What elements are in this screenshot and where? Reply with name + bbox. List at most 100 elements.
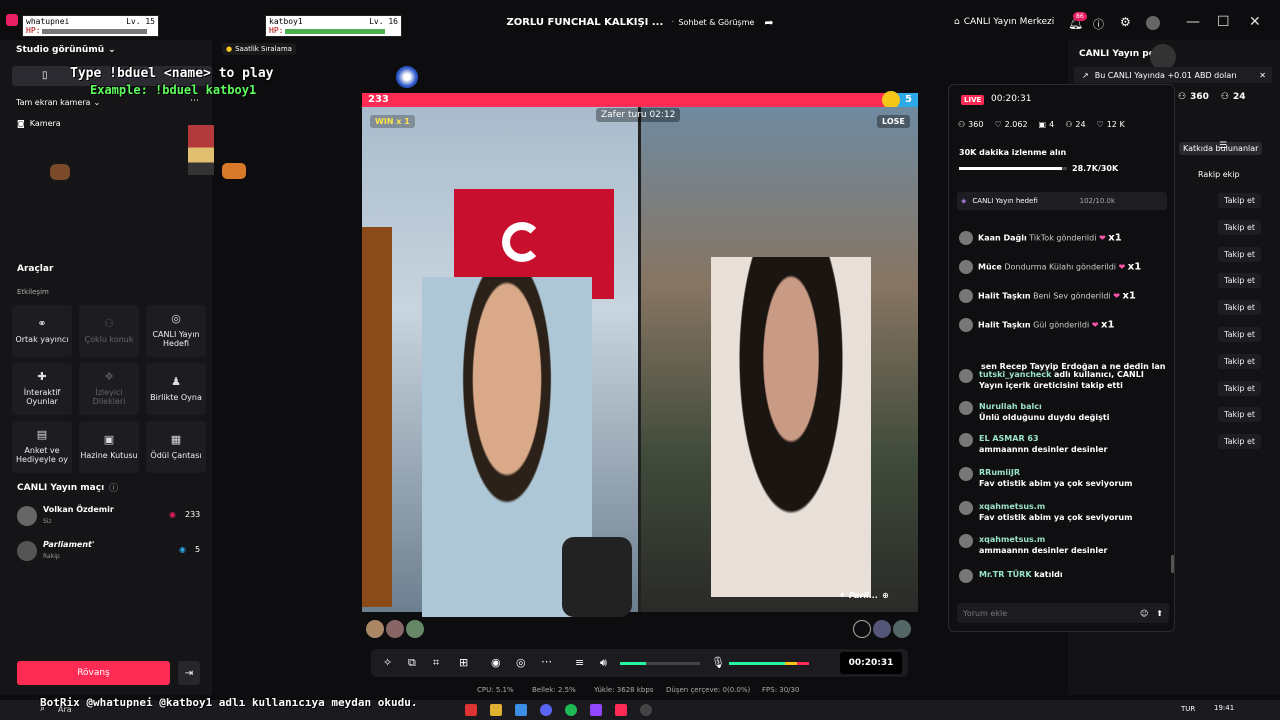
stream-category[interactable]: Sohbet & Görüşme xyxy=(678,18,754,27)
record-icon[interactable]: ◉ xyxy=(491,656,501,669)
avatar[interactable] xyxy=(959,501,973,515)
chat-username[interactable]: xqahmetsus.m xyxy=(979,535,1045,544)
avatar[interactable] xyxy=(959,569,973,583)
exit-icon[interactable]: ⇥ xyxy=(178,661,200,685)
store-icon[interactable] xyxy=(515,704,527,716)
tool-tile[interactable]: ◎ CANLI Yayın Hedefi xyxy=(146,305,206,357)
mic-icon[interactable]: 🎙︎ xyxy=(711,656,725,669)
avatar[interactable] xyxy=(386,620,404,638)
gift-sender[interactable]: Müce xyxy=(978,263,1002,272)
tool-tile[interactable]: ❖ İzleyici Dilekleri xyxy=(79,363,139,415)
hourly-ranking[interactable]: ● Saatlik Sıralama xyxy=(222,43,296,55)
chat-username[interactable]: RRumiiJR xyxy=(979,468,1020,477)
gift-sender[interactable]: Kaan Dağlı xyxy=(978,234,1027,243)
effects-icon[interactable]: ✧ xyxy=(383,656,392,669)
avatar[interactable] xyxy=(959,289,973,303)
clock[interactable]: 19:41 xyxy=(1214,704,1234,712)
tool-tile[interactable]: ▦ Ödül Çantası xyxy=(146,421,206,473)
mic-level-meter[interactable] xyxy=(729,662,809,665)
settings-sliders-icon[interactable]: ≡ xyxy=(575,656,584,669)
chat-username[interactable]: Nurullah balcı xyxy=(979,402,1042,411)
tool-tile[interactable]: ♟ Birlikte Oyna xyxy=(146,363,206,415)
volume-icon[interactable]: 🔊︎ xyxy=(600,656,607,670)
follow-button[interactable]: Takip et xyxy=(1218,380,1261,396)
avatar[interactable] xyxy=(959,369,973,383)
chat-scrollbar[interactable] xyxy=(1171,555,1174,573)
follow-button[interactable]: Takip et xyxy=(1218,273,1261,289)
more-icon[interactable]: ⋯ xyxy=(541,655,552,668)
avatar[interactable] xyxy=(893,620,911,638)
tool-tile[interactable]: ▤ Anket ve Hediyeyle oy xyxy=(12,421,72,473)
chat-username[interactable]: EL ASMAR 63 xyxy=(979,434,1039,443)
live-goal-row[interactable]: ◈ CANLI Yayın hedefi 102/10.0k xyxy=(957,192,1167,210)
minimize-icon[interactable]: — xyxy=(1186,14,1200,30)
follow-button[interactable]: Takip et xyxy=(1218,193,1261,208)
chat-username[interactable]: Mr.TR TÜRK xyxy=(979,570,1032,579)
avatar[interactable] xyxy=(853,620,871,638)
close-icon[interactable]: ✕ xyxy=(1259,71,1266,80)
help-icon[interactable]: ⓘ xyxy=(1093,16,1104,32)
send-icon[interactable]: ⬆ xyxy=(1156,609,1163,618)
screen-mode-dropdown[interactable]: Tam ekran kamera ⌄ xyxy=(16,98,100,107)
follow-button[interactable]: Takip et xyxy=(1218,219,1261,235)
avatar[interactable] xyxy=(959,260,973,274)
camera-switch-icon[interactable]: ◎ xyxy=(516,656,526,669)
screenshot-icon[interactable]: ⌗ xyxy=(433,656,439,670)
maximize-icon[interactable]: ☐ xyxy=(1217,14,1230,30)
avatar[interactable] xyxy=(959,467,973,481)
gift-sender[interactable]: Halit Taşkın xyxy=(978,292,1031,301)
app-icon[interactable] xyxy=(465,704,477,716)
follow-button[interactable]: Takip et xyxy=(1218,246,1261,262)
help-icon[interactable]: ⓘ xyxy=(109,481,118,494)
chat-username[interactable]: tutski_yancheck xyxy=(979,370,1051,379)
tool-tile[interactable]: ▣ Hazine Kutusu xyxy=(79,421,139,473)
obs-icon[interactable] xyxy=(640,704,652,716)
tool-tile[interactable]: ⚭ Ortak yayıncı xyxy=(12,305,72,357)
share-icon[interactable]: ➦ xyxy=(764,16,773,29)
follow-button[interactable]: Takip et xyxy=(1218,327,1261,342)
tool-tile[interactable]: ✚ İnteraktif Oyunlar xyxy=(12,363,72,415)
avatar[interactable] xyxy=(959,401,973,415)
follow-button[interactable]: Takip et xyxy=(1218,407,1261,423)
avatar[interactable] xyxy=(1146,16,1160,30)
avatar[interactable] xyxy=(366,620,384,638)
avatar[interactable] xyxy=(959,433,973,447)
tab-rival-team[interactable]: Rakip ekip xyxy=(1198,170,1240,179)
gift-sender[interactable]: Halit Taşkın xyxy=(978,321,1031,330)
studio-view-dropdown[interactable]: Studio görünümü ⌄ xyxy=(16,45,116,55)
avatar[interactable] xyxy=(406,620,424,638)
discord-icon[interactable] xyxy=(540,704,552,716)
spotify-icon[interactable] xyxy=(565,704,577,716)
add-scene-icon[interactable]: ⊞ xyxy=(459,656,468,669)
avatar[interactable] xyxy=(959,534,973,548)
comment-input[interactable]: Yorum ekle ☺ ⬆ xyxy=(957,603,1169,623)
chat-message: EL ASMAR 63 ammaannn desinler desinler xyxy=(959,433,1169,455)
avatar[interactable] xyxy=(873,620,891,638)
follow-button[interactable]: Takip et xyxy=(1218,434,1261,450)
character-sprite xyxy=(188,125,214,175)
camera-source[interactable]: ◙ Kamera xyxy=(17,119,61,128)
follow-button[interactable]: Takip et xyxy=(1218,300,1261,316)
volume-slider[interactable] xyxy=(620,662,700,665)
chat-username[interactable]: xqahmetsus.m xyxy=(979,502,1045,511)
more-icon[interactable]: ⋯ xyxy=(190,96,199,106)
language-indicator[interactable]: TUR xyxy=(1181,705,1195,713)
gear-icon[interactable]: ⚙ xyxy=(1120,15,1131,29)
close-icon[interactable]: ✕ xyxy=(1249,14,1261,30)
list-icon[interactable]: ☰ xyxy=(1219,141,1227,151)
live-center-link[interactable]: ⌂ CANLI Yayın Merkezi xyxy=(954,17,1054,27)
tool-tile[interactable]: ⚇ Çoklu konuk xyxy=(79,305,139,357)
speaker-icon[interactable]: 🔈︎ xyxy=(840,590,845,600)
host-supporters xyxy=(366,620,424,638)
layout-icon[interactable]: ⧉ xyxy=(408,656,416,670)
twitch-icon[interactable] xyxy=(590,704,602,716)
avatar[interactable] xyxy=(959,318,973,332)
plus-icon: ⊕ xyxy=(882,590,889,600)
folder-icon[interactable] xyxy=(490,704,502,716)
tiktok-icon[interactable] xyxy=(615,704,627,716)
rematch-button[interactable]: Rövanş xyxy=(17,661,170,685)
opponent-tag[interactable]: 🔈︎ Parli... ⊕ xyxy=(840,590,889,600)
avatar[interactable] xyxy=(959,231,973,245)
emoji-icon[interactable]: ☺ xyxy=(1140,609,1148,618)
follow-button[interactable]: Takip et xyxy=(1218,353,1261,369)
